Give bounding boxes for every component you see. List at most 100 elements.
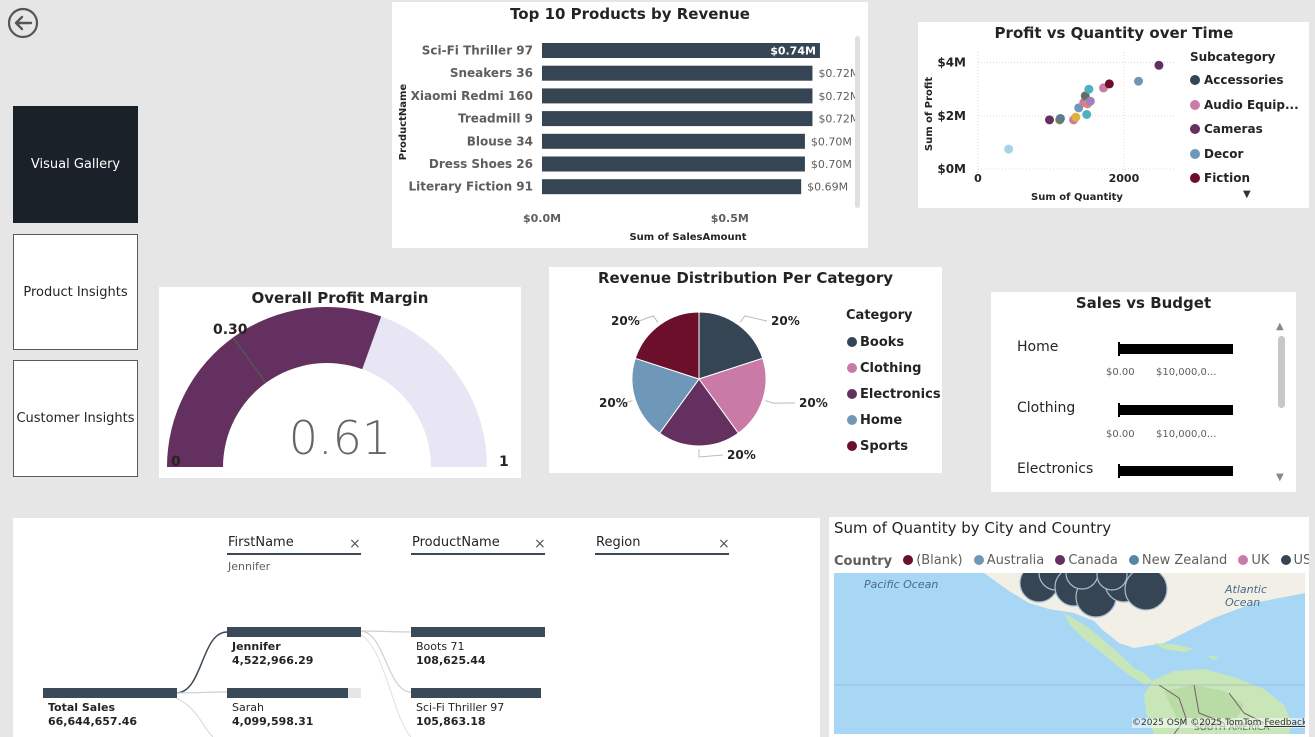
back-arrow-button[interactable] <box>7 7 39 39</box>
legend-label: Cameras <box>1204 122 1263 137</box>
pie-leader-line <box>739 315 768 323</box>
nav-product-insights-button[interactable]: Product Insights <box>13 234 138 350</box>
subcategory-legend-item[interactable]: Cameras <box>1190 117 1299 142</box>
category-legend-item[interactable]: Clothing <box>847 355 941 381</box>
pie-data-label: 20% <box>799 396 828 410</box>
x-tick-label: 2000 <box>1109 172 1140 185</box>
subcategory-legend-title: Subcategory <box>1190 50 1276 64</box>
decomposition-tree-card[interactable]: FirstName × Jennifer ProductName × Regio… <box>13 518 820 737</box>
map-canvas[interactable]: Pacific Ocean Atlantic Ocean SOUTH AMERI… <box>834 573 1305 734</box>
bar[interactable] <box>542 156 805 172</box>
map-legend-item: New Zealand <box>1128 553 1227 568</box>
x-tick-label: $0.5M <box>711 212 749 225</box>
map-feedback-link[interactable]: Feedback <box>1264 718 1305 728</box>
scatter-point[interactable] <box>1055 113 1065 123</box>
scatter-point[interactable] <box>1134 76 1144 86</box>
gauge-min-label: 0 <box>171 454 181 470</box>
profit-quantity-card[interactable]: Profit vs Quantity over Time $4M $2M $0M 0 2… <box>918 22 1309 208</box>
legend-label: Home <box>860 412 903 428</box>
profit-margin-card[interactable]: Overall Profit Margin 0.30 0 1 0.61 <box>159 287 521 478</box>
category-legend-item[interactable]: Home <box>847 407 941 433</box>
scatter-point[interactable] <box>1004 144 1014 154</box>
category-legend-item[interactable]: Books <box>847 329 941 355</box>
subcategory-legend-item[interactable]: Fiction <box>1190 166 1299 191</box>
map-legend: Country (Blank) Australia Canada New Zea… <box>834 550 1309 570</box>
legend-label: Clothing <box>860 360 922 376</box>
bullet-bar-home <box>1118 344 1233 354</box>
legend-dot-icon <box>1190 148 1200 159</box>
sales-budget-title: Sales vs Budget <box>1075 294 1212 312</box>
scatter-point[interactable] <box>1154 60 1164 70</box>
decomp-node-value: 4,099,598.31 <box>232 715 314 728</box>
scatter-point[interactable] <box>1085 96 1095 106</box>
bar-category-label: Treadmill 9 <box>458 112 533 126</box>
bar-data-label: $0.69M <box>807 181 848 194</box>
legend-dot-icon <box>1280 555 1291 565</box>
bar-category-label: Sneakers 36 <box>450 66 533 80</box>
y-tick-label: $0M <box>937 162 966 176</box>
bar[interactable] <box>542 179 802 195</box>
nav-visual-gallery-button[interactable]: Visual Gallery <box>13 106 138 223</box>
decomp-root-value: 66,644,657.46 <box>48 715 138 728</box>
pie-data-label: 20% <box>611 314 640 328</box>
legend-more-chevron-icon[interactable]: ▼ <box>1243 189 1251 200</box>
legend-dot-icon <box>847 415 857 425</box>
nav-customer-insights-label: Customer Insights <box>16 411 135 426</box>
legend-label: Decor <box>1204 146 1244 161</box>
scroll-up-icon[interactable]: ▲ <box>1276 321 1284 332</box>
gauge-max-label: 1 <box>499 454 509 470</box>
subcategory-legend-item[interactable]: Decor <box>1190 142 1299 167</box>
legend-dot-icon <box>847 389 857 399</box>
back-arrow-icon <box>7 7 39 39</box>
category-legend-item[interactable]: Sports <box>847 433 941 459</box>
bar[interactable] <box>542 65 813 81</box>
scatter-point[interactable] <box>1045 115 1055 125</box>
bar[interactable] <box>542 111 813 127</box>
scatter-point[interactable] <box>1071 112 1081 122</box>
subcategory-legend-item[interactable]: Accessories <box>1190 68 1299 93</box>
legend-dot-icon <box>1238 555 1249 565</box>
bar-category-label: Sci-Fi Thriller 97 <box>422 44 533 58</box>
bar-category-label: Xiaomi Redmi 160 <box>411 89 533 103</box>
map-legend-item: Australia <box>973 553 1044 568</box>
category-legend-item[interactable]: Electronics <box>847 381 941 407</box>
decomp-node-bar[interactable] <box>227 688 348 698</box>
bar-category-label: Blouse 34 <box>467 134 533 148</box>
decomp-root-bar[interactable] <box>43 688 177 698</box>
subcategory-legend-item[interactable]: Audio Equip... <box>1190 93 1299 118</box>
top-products-card[interactable]: Top 10 Products by Revenue Sci-Fi Thrill… <box>392 2 868 248</box>
sales-budget-row-label: Home <box>1017 339 1059 355</box>
bar[interactable] <box>542 133 805 149</box>
revenue-pie-card[interactable]: Revenue Distribution Per Category 20% 20%… <box>549 267 942 473</box>
nav-customer-insights-button[interactable]: Customer Insights <box>13 360 138 477</box>
map-copyright: ©2025 OSM ©2025 TomTom Feedback <box>1132 718 1305 728</box>
sales-budget-row-label: Electronics <box>1017 461 1094 477</box>
scatter-point[interactable] <box>1084 84 1094 94</box>
pacific-ocean-label: Pacific Ocean <box>864 578 939 591</box>
scatter-point[interactable] <box>1082 110 1092 119</box>
decomp-node-bar[interactable] <box>411 627 545 637</box>
legend-dot-icon <box>903 555 914 565</box>
scroll-down-icon[interactable]: ▼ <box>1276 472 1284 483</box>
bar-category-label: Literary Fiction 91 <box>408 180 533 194</box>
scatter-point[interactable] <box>1104 79 1114 89</box>
nav-product-insights-label: Product Insights <box>23 284 128 300</box>
map-legend-item: USA <box>1280 553 1309 568</box>
bullet-tick-1: $10,000,0... <box>1156 367 1217 378</box>
bullet-tick-0: $0.00 <box>1106 429 1135 440</box>
map-card[interactable]: Sum of Quantity by City and Country Coun… <box>829 517 1309 737</box>
bar[interactable] <box>542 88 813 104</box>
top-products-scrollbar[interactable] <box>855 36 860 208</box>
sales-budget-scrollbar[interactable] <box>1278 336 1285 408</box>
legend-label: Audio Equip... <box>1204 97 1299 112</box>
map-legend-item: (Blank) <box>903 553 963 568</box>
decomp-node-bar[interactable] <box>411 688 541 698</box>
bullet-bar-electronics <box>1118 466 1233 476</box>
decomp-node-bar[interactable] <box>227 627 361 637</box>
map-bubble[interactable] <box>1124 573 1168 611</box>
top-products-bar-chart: Sci-Fi Thriller 97 $0.74M Sneakers 36 $0.72… <box>398 43 859 243</box>
sales-budget-card[interactable]: Sales vs Budget Home $0.00 $10,000,0... … <box>991 292 1296 492</box>
y-tick-label: $4M <box>937 56 966 70</box>
legend-dot-icon <box>847 337 857 347</box>
atlantic-ocean-label: Atlantic Ocean <box>1225 583 1268 609</box>
